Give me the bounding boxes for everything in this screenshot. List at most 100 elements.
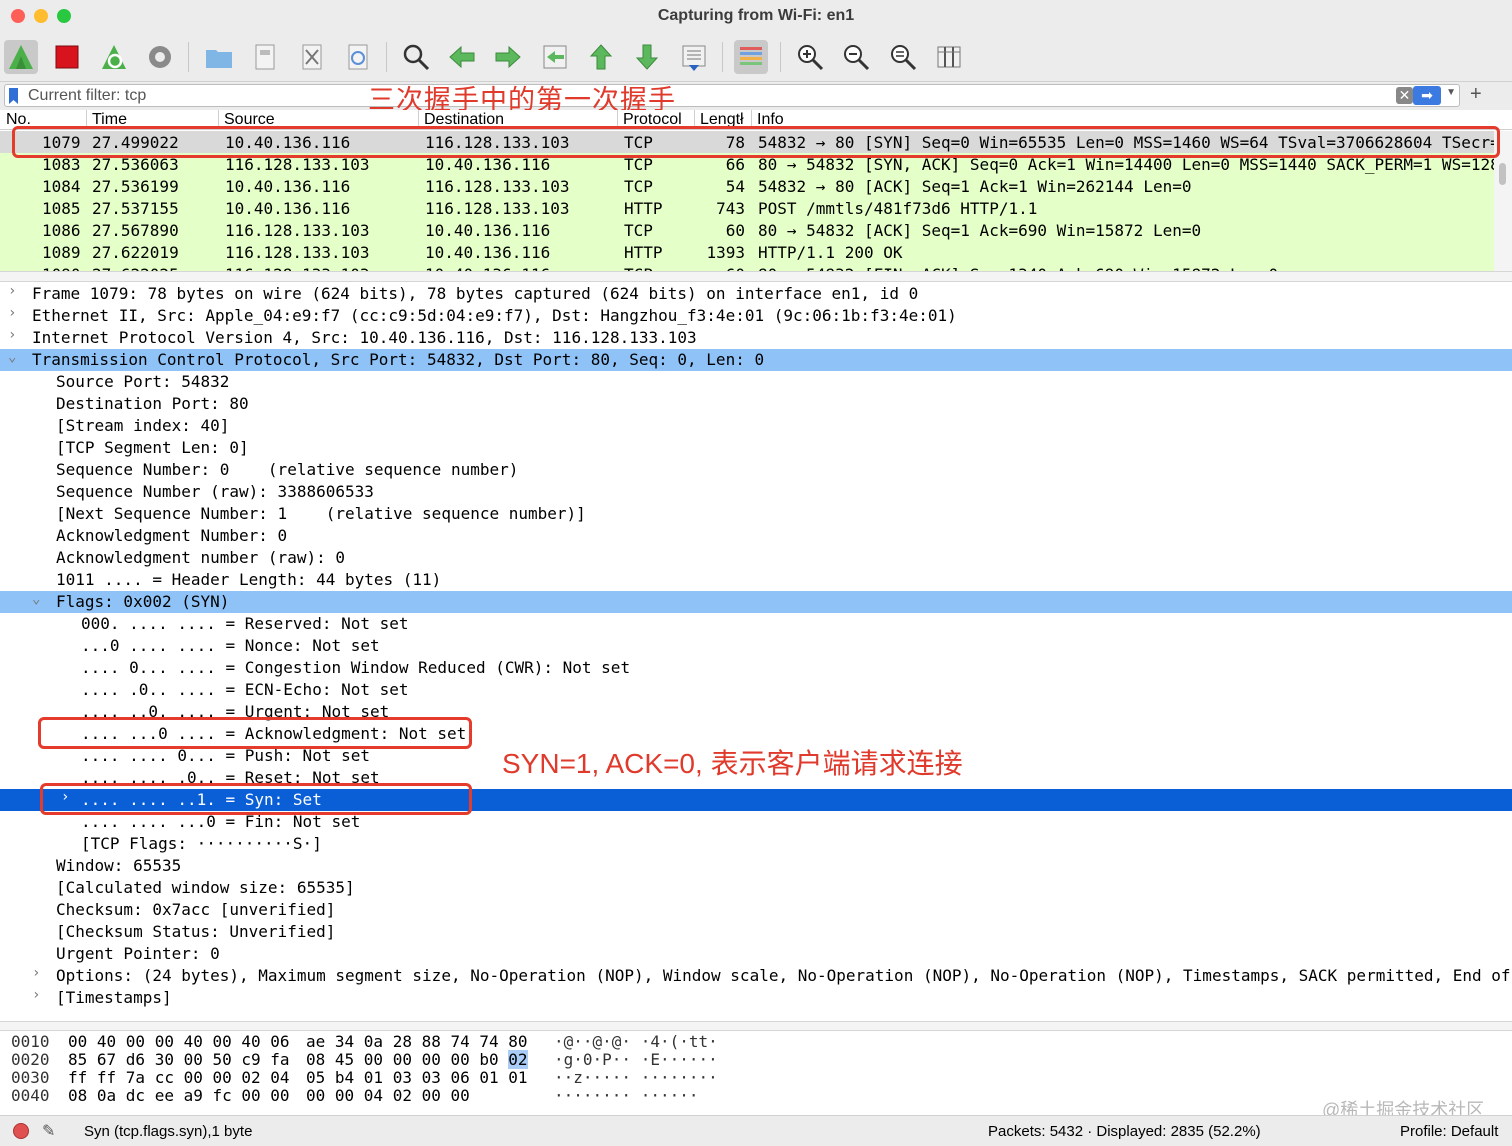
expert-info-icon[interactable] [13,1123,29,1139]
detail-row[interactable]: Sequence Number (raw): 3388606533 [0,481,1512,503]
go-back-button[interactable] [445,40,479,74]
highlight-box-syn-flag [40,783,472,815]
zoom-in-button[interactable] [793,40,827,74]
autoscroll-button[interactable] [677,40,711,74]
detail-row[interactable]: Sequence Number: 0 (relative sequence nu… [0,459,1512,481]
detail-text: Source Port: 54832 [56,372,230,391]
detail-row[interactable]: ⌄ Transmission Control Protocol, Src Port… [0,349,1512,371]
status-profile[interactable]: Profile: Default [1400,1123,1498,1140]
detail-text: Flags: 0x002 (SYN) [56,592,230,611]
expand-arrow-icon[interactable]: › [8,305,16,321]
pane-splitter[interactable] [0,271,1512,282]
detail-text: 1011 .... = Header Length: 44 bytes (11) [56,570,442,589]
detail-row[interactable]: › Ethernet II, Src: Apple_04:e9:f7 (cc:c9… [0,305,1512,327]
close-file-button[interactable] [295,40,329,74]
expand-arrow-icon[interactable]: › [8,327,16,343]
window-title: Capturing from Wi-Fi: en1 [657,7,855,24]
collapse-arrow-icon[interactable]: ⌄ [32,591,40,607]
detail-row[interactable]: › Frame 1079: 78 bytes on wire (624 bits)… [0,283,1512,305]
hex-b1: ff ff 7a cc 00 00 02 04 [68,1068,290,1087]
packet-row[interactable]: 1084 27.536199 10.40.136.116 116.128.133.10… [0,175,1494,197]
detail-row[interactable]: Urgent Pointer: 0 [0,943,1512,965]
detail-row[interactable]: [Next Sequence Number: 1 (relative seque… [0,503,1512,525]
open-file-button[interactable] [202,40,236,74]
go-last-button[interactable] [630,40,664,74]
save-file-button[interactable] [248,40,282,74]
detail-row[interactable]: Source Port: 54832 [0,371,1512,393]
find-packet-button[interactable] [399,40,433,74]
normal-size-button[interactable] [886,40,920,74]
detail-row[interactable]: Checksum: 0x7acc [unverified] [0,899,1512,921]
detail-row[interactable]: Acknowledgment number (raw): 0 [0,547,1512,569]
pane-splitter[interactable] [0,1021,1512,1031]
restart-capture-button[interactable] [97,40,131,74]
expand-arrow-icon[interactable]: › [8,283,16,299]
hex-b1: 00 40 00 00 40 00 40 06 [68,1032,290,1051]
hex-b2: 00 00 04 02 00 00 [306,1086,470,1105]
go-first-button[interactable] [584,40,618,74]
detail-row[interactable]: 1011 .... = Header Length: 44 bytes (11) [0,569,1512,591]
hex-off: 0020 [11,1050,50,1069]
packet-row[interactable]: 1089 27.622019 116.128.133.103 10.40.136.11… [0,241,1494,263]
expand-arrow-icon[interactable]: › [32,987,40,1003]
colorize-button[interactable] [734,40,768,74]
open-file-icon [206,50,232,68]
packet-cell-info: 54832 → 80 [ACK] Seq=1 Ack=1 Win=262144 … [758,177,1192,196]
clear-filter-button[interactable]: ✕ [1396,87,1413,104]
edit-comment-icon[interactable]: ✎ [42,1121,55,1141]
packet-cell-info: HTTP/1.1 200 OK [758,243,903,262]
resize-columns-button[interactable] [932,40,966,74]
display-filter-input[interactable]: Current filter: tcp ✕ ➡ ▼ [4,84,1460,107]
packet-row[interactable]: 1085 27.537155 10.40.136.116 116.128.133.10… [0,197,1494,219]
detail-row[interactable]: › [Timestamps] [0,987,1512,1009]
add-filter-button[interactable]: + [1470,83,1482,106]
detail-row[interactable]: 000. .... .... = Reserved: Not set [0,613,1512,635]
collapse-arrow-icon[interactable]: ⌄ [8,349,16,365]
chevron-down-icon[interactable]: ▼ [1446,87,1456,98]
hex-row[interactable]: 0010 00 40 00 00 40 00 40 06 ae 34 0a 28 8… [0,1032,760,1051]
detail-row[interactable]: [TCP Segment Len: 0] [0,437,1512,459]
hex-row[interactable]: 0030 ff ff 7a cc 00 00 02 04 05 b4 01 03 0… [0,1068,760,1087]
go-back-icon [449,45,475,69]
detail-row[interactable]: Acknowledgment Number: 0 [0,525,1512,547]
packet-cell-src: 10.40.136.116 [225,177,351,196]
status-packet-count: Packets: 5432 · Displayed: 2835 (52.2%) [988,1123,1261,1140]
detail-row[interactable]: ⌄ Flags: 0x002 (SYN) [0,591,1512,613]
detail-row[interactable]: Destination Port: 80 [0,393,1512,415]
zoom-in-icon [798,45,824,71]
detail-row[interactable]: [Checksum Status: Unverified] [0,921,1512,943]
detail-row[interactable]: .... 0... .... = Congestion Window Reduc… [0,657,1512,679]
detail-row[interactable]: › Options: (24 bytes), Maximum segment si… [0,965,1512,987]
zoom-out-button[interactable] [839,40,873,74]
detail-row[interactable]: [TCP Flags: ··········S·] [0,833,1512,855]
packet-cell-dst: 116.128.133.103 [425,177,570,196]
stop-capture-button[interactable] [50,40,84,74]
packet-row[interactable]: 1086 27.567890 116.128.133.103 10.40.136.11… [0,219,1494,241]
hex-row[interactable]: 0040 08 0a dc ee a9 fc 00 00 00 00 04 02 0… [0,1086,760,1105]
selected-byte: 02 [508,1050,528,1069]
go-to-packet-button[interactable] [538,40,572,74]
hex-row[interactable]: 0020 85 67 d6 30 00 50 c9 fa 08 45 00 00 0… [0,1050,760,1069]
detail-row[interactable]: › Internet Protocol Version 4, Src: 10.40… [0,327,1512,349]
go-forward-button[interactable] [491,40,525,74]
start-capture-button[interactable] [4,40,38,74]
capture-options-button[interactable] [143,40,177,74]
packet-cell-no: 1089 [42,243,81,262]
hex-ascii: ··z····· ········ [554,1068,718,1087]
expand-arrow-icon[interactable]: › [32,965,40,981]
packet-row[interactable]: 109027.622025116.128.133.10310.40.136.11… [0,263,1494,271]
reload-file-icon [348,44,368,70]
reload-file-button[interactable] [341,40,375,74]
detail-row[interactable]: [Calculated window size: 65535] [0,877,1512,899]
detail-row[interactable]: .... .0.. .... = ECN-Echo: Not set [0,679,1512,701]
detail-text: ...0 .... .... = Nonce: Not set [81,636,380,655]
packet-cell-no: 1084 [42,177,81,196]
detail-row[interactable]: [Stream index: 40] [0,415,1512,437]
detail-text: .... .0.. .... = ECN-Echo: Not set [81,680,409,699]
detail-text: Checksum: 0x7acc [unverified] [56,900,336,919]
apply-filter-button[interactable]: ➡ [1413,86,1441,105]
hex-b1: 85 67 d6 30 00 50 c9 fa [68,1050,290,1069]
detail-row[interactable]: ...0 .... .... = Nonce: Not set [0,635,1512,657]
detail-row[interactable]: Window: 65535 [0,855,1512,877]
bookmark-icon[interactable] [9,88,18,104]
